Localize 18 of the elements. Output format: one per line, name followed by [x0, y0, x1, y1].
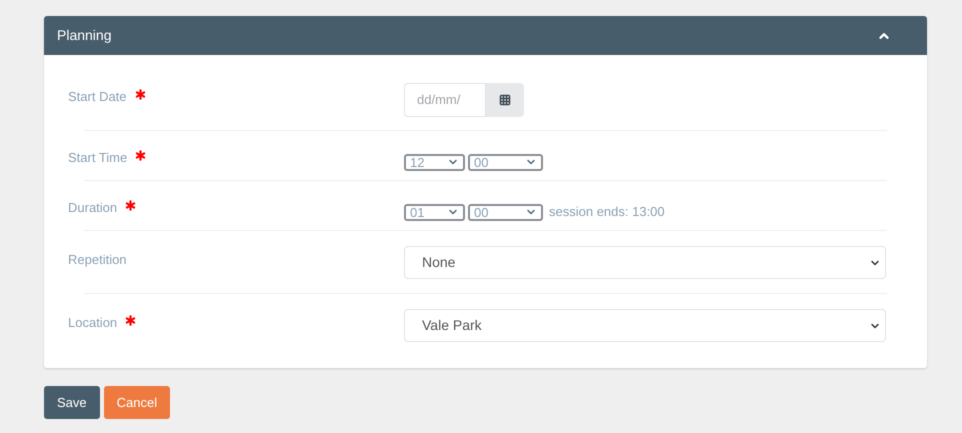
panel-title: Planning — [57, 26, 112, 45]
calendar-button[interactable] — [486, 83, 524, 117]
field-label: Start Date — [68, 88, 127, 106]
save-button[interactable]: Save — [44, 386, 100, 419]
date-field[interactable]: dd/mm/ — [404, 83, 486, 117]
cancel-button[interactable]: Cancel — [104, 386, 170, 419]
field-label: Duration — [68, 199, 118, 217]
dropdown[interactable]: 12 — [404, 154, 465, 170]
field-label: Location — [68, 314, 118, 332]
dropdown[interactable]: 00 — [468, 204, 543, 220]
dropdown[interactable]: 00 — [468, 154, 543, 170]
session-end-text: session ends: 13:00 — [549, 203, 665, 222]
select-field[interactable]: None — [404, 246, 886, 279]
field-label: Start Time — [68, 149, 128, 167]
field-label: Repetition — [68, 251, 127, 269]
grid-icon — [499, 94, 511, 106]
select-field[interactable]: Vale Park — [404, 309, 886, 342]
dropdown[interactable]: 01 — [404, 204, 465, 220]
